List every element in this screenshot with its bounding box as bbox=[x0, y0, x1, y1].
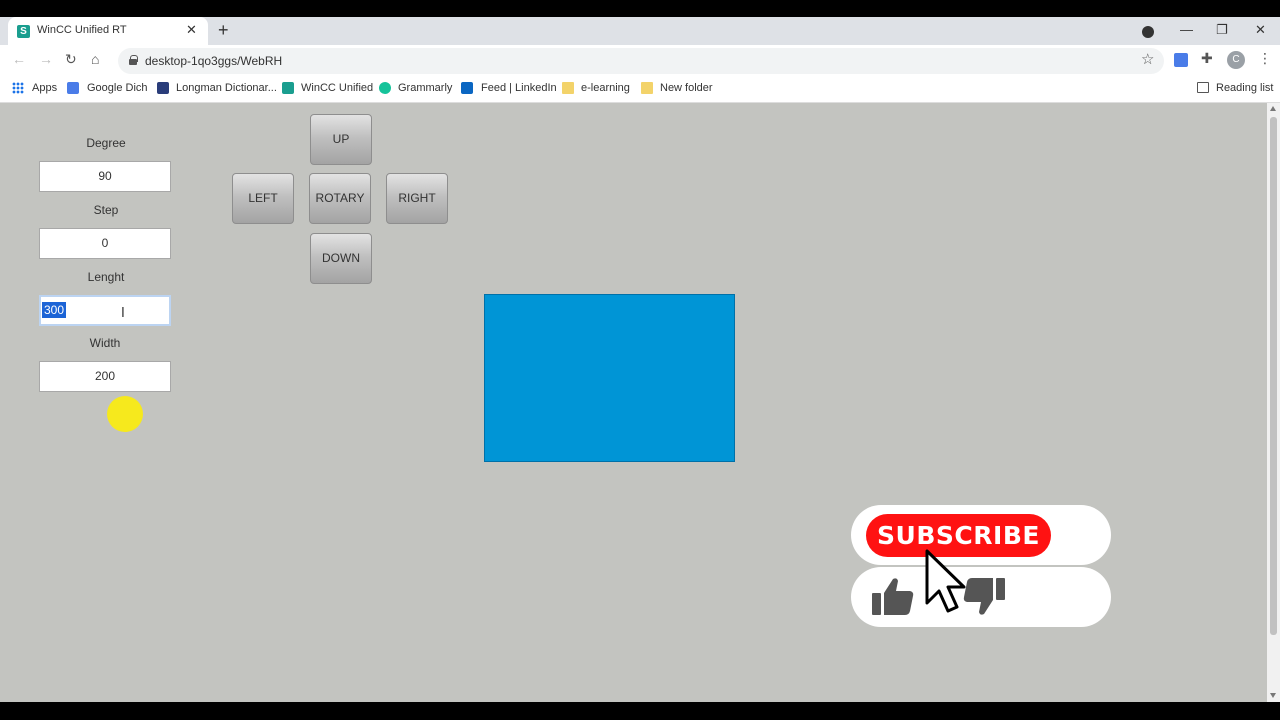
tab-strip: S WinCC Unified RT ✕ + — ❐ ✕ bbox=[0, 17, 1280, 45]
translate-extension-icon[interactable] bbox=[1174, 53, 1188, 67]
bookmark-grammarly[interactable]: Grammarly bbox=[398, 82, 452, 94]
bookmarks-bar: Apps Google Dich Longman Dictionar... Wi… bbox=[0, 76, 1280, 103]
width-field[interactable]: 200 bbox=[39, 361, 171, 392]
length-label: Lenght bbox=[87, 270, 125, 284]
new-tab-icon[interactable]: + bbox=[218, 21, 229, 39]
bookmark-new-folder[interactable]: New folder bbox=[660, 82, 713, 94]
bookmark-star-icon[interactable]: ☆ bbox=[1141, 50, 1154, 68]
apps-icon bbox=[12, 82, 24, 94]
up-button[interactable]: UP bbox=[310, 114, 372, 165]
left-button[interactable]: LEFT bbox=[232, 173, 294, 224]
wincc-runtime-screen: Degree 90 Step 0 Lenght 300 I Width 200 … bbox=[0, 103, 1267, 702]
length-field[interactable]: 300 bbox=[39, 295, 171, 326]
step-label: Step bbox=[93, 203, 119, 217]
text-cursor-icon: I bbox=[121, 306, 125, 321]
longman-icon bbox=[157, 82, 169, 94]
thumbs-up-icon[interactable] bbox=[871, 576, 915, 616]
click-highlight bbox=[107, 396, 143, 432]
bookmark-e-learning[interactable]: e-learning bbox=[581, 82, 630, 94]
screen-bottom-bar bbox=[0, 702, 1280, 720]
bookmark-apps[interactable]: Apps bbox=[32, 82, 57, 94]
bookmark-google-dich[interactable]: Google Dich bbox=[87, 82, 148, 94]
restore-icon[interactable]: ❐ bbox=[1216, 22, 1228, 38]
scroll-up-icon[interactable] bbox=[1270, 106, 1276, 111]
rotary-button[interactable]: ROTARY bbox=[309, 173, 371, 224]
lock-icon bbox=[129, 55, 138, 65]
scrollbar-thumb[interactable] bbox=[1270, 117, 1277, 635]
tab-search-icon[interactable] bbox=[1142, 26, 1154, 38]
linkedin-icon bbox=[461, 82, 473, 94]
mouse-pointer-icon bbox=[925, 549, 966, 613]
close-tab-icon[interactable]: ✕ bbox=[186, 22, 197, 38]
thumbs-down-icon[interactable] bbox=[962, 577, 1006, 617]
vertical-scrollbar[interactable] bbox=[1267, 103, 1280, 702]
wincc-favicon-icon: S bbox=[17, 25, 30, 38]
google-translate-icon bbox=[67, 82, 79, 94]
extensions-icon[interactable]: ✚ bbox=[1201, 50, 1215, 66]
reload-icon[interactable]: ↻ bbox=[65, 51, 77, 68]
url-text: desktop-1qo3ggs/WebRH bbox=[145, 54, 283, 68]
browser-toolbar: ← → ↻ ⌂ desktop-1qo3ggs/WebRH ☆ ✚ C ⋮ bbox=[0, 45, 1280, 76]
length-value: 300 bbox=[42, 302, 67, 318]
degree-field[interactable]: 90 bbox=[39, 161, 171, 192]
degree-label: Degree bbox=[86, 136, 126, 150]
blue-rectangle bbox=[484, 294, 735, 462]
reading-list[interactable]: Reading list bbox=[1216, 82, 1273, 94]
bookmark-longman[interactable]: Longman Dictionar... bbox=[176, 82, 277, 94]
grammarly-icon bbox=[379, 82, 391, 94]
folder-icon bbox=[562, 82, 574, 94]
avatar[interactable]: C bbox=[1227, 51, 1245, 69]
reading-list-icon bbox=[1197, 82, 1209, 93]
menu-icon[interactable]: ⋮ bbox=[1258, 50, 1272, 67]
forward-icon[interactable]: → bbox=[39, 51, 53, 67]
tab-title: WinCC Unified RT bbox=[37, 24, 127, 36]
close-window-icon[interactable]: ✕ bbox=[1255, 22, 1266, 38]
right-button[interactable]: RIGHT bbox=[386, 173, 448, 224]
minimize-icon[interactable]: — bbox=[1180, 22, 1193, 37]
bookmark-wincc[interactable]: WinCC Unified bbox=[301, 82, 373, 94]
width-label: Width bbox=[89, 336, 121, 350]
step-field[interactable]: 0 bbox=[39, 228, 171, 259]
bookmark-linkedin[interactable]: Feed | LinkedIn bbox=[481, 82, 557, 94]
wincc-icon bbox=[282, 82, 294, 94]
down-button[interactable]: DOWN bbox=[310, 233, 372, 284]
back-icon[interactable]: ← bbox=[12, 51, 26, 67]
address-bar[interactable]: desktop-1qo3ggs/WebRH ☆ bbox=[118, 48, 1164, 74]
browser-tab[interactable]: S WinCC Unified RT ✕ bbox=[8, 17, 208, 45]
folder-icon bbox=[641, 82, 653, 94]
home-icon[interactable]: ⌂ bbox=[91, 51, 99, 67]
screen-top-bar bbox=[0, 0, 1280, 17]
scroll-down-icon[interactable] bbox=[1270, 693, 1276, 698]
